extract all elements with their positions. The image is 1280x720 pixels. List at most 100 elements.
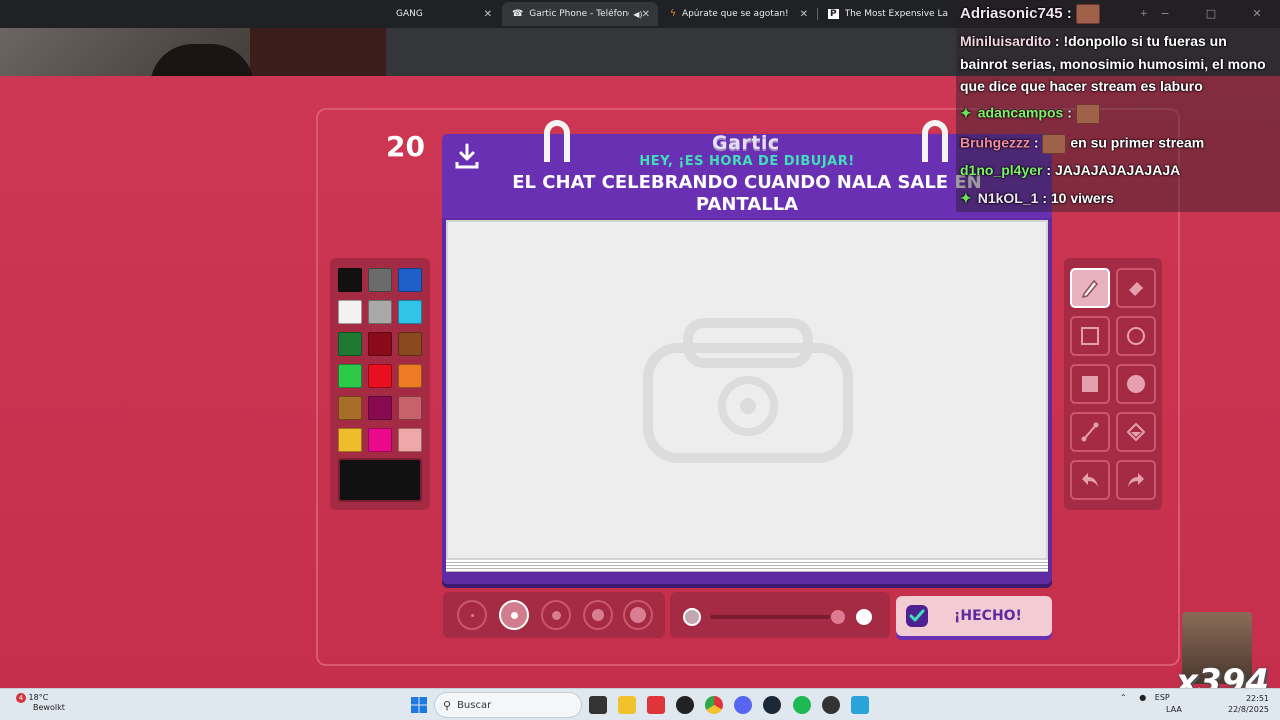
opacity-slider[interactable] [670, 592, 890, 638]
chat-message: Miniluisardito : !donpollo si tu fueras … [960, 33, 1227, 49]
chat-message: Adriasonic745 : [960, 4, 1100, 24]
clock[interactable]: 22:51 22/8/2025 [1228, 693, 1269, 715]
weather-text: Bewolkt [33, 703, 65, 712]
microphone-icon[interactable]: ● [1139, 693, 1146, 702]
color-swatch[interactable] [338, 364, 362, 388]
chat-message: ✦ adancampos : [960, 104, 1100, 124]
redo-button[interactable] [1116, 460, 1156, 500]
emote-icon [1075, 4, 1100, 24]
filled-rectangle-tool[interactable] [1070, 364, 1110, 404]
chat-username: Bruhgezzz [960, 134, 1030, 151]
color-swatch[interactable] [368, 332, 392, 356]
drawing-canvas[interactable] [446, 220, 1048, 560]
close-tab-icon[interactable]: ✕ [800, 9, 808, 20]
chat-username: adancampos [977, 104, 1064, 121]
brush-size-4[interactable] [583, 600, 613, 630]
fill-bucket-icon [1126, 422, 1146, 442]
task-view-icon[interactable] [589, 696, 607, 714]
windows-start-icon[interactable] [410, 696, 428, 714]
tab-gartic-phone[interactable]: ☎ Gartic Phone - Teléfono De ◀) ✕ [502, 2, 658, 26]
filled-ellipse-tool[interactable] [1116, 364, 1156, 404]
color-swatch[interactable] [398, 428, 422, 452]
undo-icon [1082, 473, 1098, 487]
chrome-icon[interactable] [705, 696, 723, 714]
ellipse-icon [1127, 327, 1145, 345]
discord-icon[interactable] [734, 696, 752, 714]
tab-apurate[interactable]: ϟ Apúrate que se agotan! ✕ [660, 2, 816, 26]
tab-gang[interactable]: GANG ✕ [386, 2, 500, 26]
language-sub: LAA [1166, 705, 1182, 714]
color-swatch[interactable] [398, 300, 422, 324]
chat-text: que dice que hacer stream es laburo [960, 78, 1203, 94]
chat-username: Adriasonic745 [960, 4, 1063, 22]
close-tab-icon[interactable]: ✕ [484, 9, 492, 20]
p-icon: P [828, 9, 839, 19]
tool-panel [1064, 258, 1162, 510]
system-tray[interactable]: ⌃ ● ESP [1120, 693, 1170, 702]
color-swatch[interactable] [338, 396, 362, 420]
color-swatch[interactable] [398, 268, 422, 292]
brush-size-2[interactable] [499, 600, 529, 630]
notepad-icon[interactable] [851, 696, 869, 714]
rectangle-icon [1081, 327, 1099, 345]
emote-icon [1042, 134, 1067, 154]
steam-icon[interactable] [763, 696, 781, 714]
undo-button[interactable] [1070, 460, 1110, 500]
line-tool[interactable] [1070, 412, 1110, 452]
badge-icon: ✦ [960, 190, 972, 206]
done-button[interactable]: ¡HECHO! [896, 596, 1052, 636]
color-swatch[interactable] [398, 364, 422, 388]
emote-icon [1075, 104, 1100, 124]
brush-size-5[interactable] [623, 600, 653, 630]
color-swatch[interactable] [368, 396, 392, 420]
tab-title: Apúrate que se agotan! [681, 9, 789, 19]
color-swatch[interactable] [338, 268, 362, 292]
temperature: 18°C [28, 693, 49, 702]
eraser-tool[interactable] [1116, 268, 1156, 308]
timer: 20 [386, 130, 425, 163]
brush-size-selector [443, 592, 665, 638]
drawing-prompt: EL CHAT CELEBRANDO CUANDO NALA SALE EN P… [512, 172, 982, 215]
chat-text: 10 viwers [1050, 190, 1114, 206]
chat-username: N1kOL_1 [977, 190, 1039, 206]
app-icon[interactable] [822, 696, 840, 714]
fill-bucket-tool[interactable] [1116, 412, 1156, 452]
weather-widget[interactable]: 4 18°C Bewolkt [16, 693, 65, 713]
taskbar-search[interactable]: ⚲ Buscar [434, 692, 582, 718]
chat-text: JAJAJAJAJAJAJA [1054, 162, 1181, 178]
app-icon[interactable] [676, 696, 694, 714]
gartic-logo: Gartic [712, 132, 780, 154]
spotify-icon[interactable] [793, 696, 811, 714]
ellipse-tool[interactable] [1116, 316, 1156, 356]
gartic-phone-watermark-icon [643, 318, 853, 463]
chat-text: !donpollo si tu fueras un [1063, 33, 1227, 49]
chat-message: bainrot serias, monosimio humosimi, el m… [960, 56, 1266, 72]
color-swatch[interactable] [338, 428, 362, 452]
color-swatch[interactable] [398, 332, 422, 356]
line-icon [1081, 422, 1099, 442]
stream-chat-overlay: Adriasonic745 : Miniluisardito : !donpol… [956, 0, 1280, 212]
brush-size-3[interactable] [541, 600, 571, 630]
app-icon[interactable] [647, 696, 665, 714]
windows-taskbar: 4 18°C Bewolkt ⚲ Buscar ⌃ ● ESP LAA 22:5… [0, 688, 1280, 720]
opacity-slider-track [683, 608, 872, 626]
date: 22/8/2025 [1228, 705, 1270, 714]
chevron-up-icon[interactable]: ⌃ [1120, 693, 1127, 702]
color-swatch[interactable] [368, 428, 392, 452]
filled-ellipse-icon [1127, 375, 1145, 393]
color-swatch[interactable] [368, 364, 392, 388]
pencil-tool[interactable] [1070, 268, 1110, 308]
language-indicator[interactable]: ESP [1155, 693, 1170, 702]
badge-icon: ✦ [960, 104, 972, 121]
search-placeholder: Buscar [457, 699, 492, 711]
color-swatch[interactable] [338, 300, 362, 324]
rectangle-tool[interactable] [1070, 316, 1110, 356]
color-swatch[interactable] [368, 300, 392, 324]
color-swatch[interactable] [368, 268, 392, 292]
tab-labubu[interactable]: P The Most Expensive Labubu Di [818, 2, 958, 26]
file-explorer-icon[interactable] [618, 696, 636, 714]
close-tab-icon[interactable]: ✕ [642, 9, 650, 20]
color-swatch[interactable] [338, 332, 362, 356]
color-swatch[interactable] [398, 396, 422, 420]
brush-size-1[interactable] [457, 600, 487, 630]
